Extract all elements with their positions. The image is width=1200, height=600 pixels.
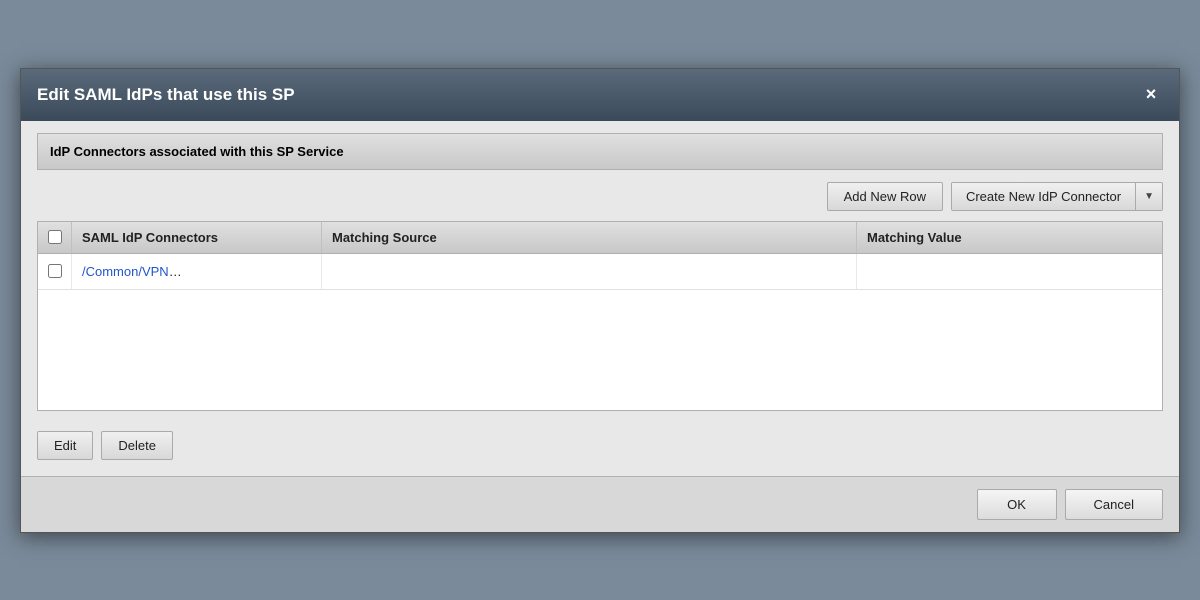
dialog-header: Edit SAML IdPs that use this SP × bbox=[21, 69, 1179, 121]
idp-connectors-table: SAML IdP Connectors Matching Source Matc… bbox=[37, 221, 1163, 411]
connector-suffix: … bbox=[169, 264, 182, 279]
create-connector-split-button: Create New IdP Connector ▼ bbox=[951, 182, 1163, 211]
create-connector-dropdown-arrow[interactable]: ▼ bbox=[1136, 183, 1162, 210]
delete-button[interactable]: Delete bbox=[101, 431, 173, 460]
matching-value-cell bbox=[857, 254, 1162, 289]
header-matching-source: Matching Source bbox=[322, 222, 857, 253]
header-connectors: SAML IdP Connectors bbox=[72, 222, 322, 253]
add-new-row-button[interactable]: Add New Row bbox=[827, 182, 943, 211]
close-button[interactable]: × bbox=[1139, 83, 1163, 107]
toolbar: Add New Row Create New IdP Connector ▼ bbox=[37, 182, 1163, 211]
connector-cell: /Common/VPN … bbox=[72, 254, 322, 289]
dialog-footer: OK Cancel bbox=[21, 476, 1179, 532]
edit-button[interactable]: Edit bbox=[37, 431, 93, 460]
row-checkbox-cell bbox=[38, 254, 72, 289]
create-connector-button[interactable]: Create New IdP Connector bbox=[952, 183, 1136, 210]
matching-source-cell bbox=[322, 254, 857, 289]
cancel-button[interactable]: Cancel bbox=[1065, 489, 1163, 520]
row-checkbox[interactable] bbox=[48, 264, 62, 278]
header-checkbox-cell bbox=[38, 222, 72, 253]
empty-table-space bbox=[38, 290, 1162, 410]
select-all-checkbox[interactable] bbox=[48, 230, 62, 244]
ok-button[interactable]: OK bbox=[977, 489, 1057, 520]
connector-link[interactable]: /Common/VPN bbox=[82, 264, 169, 279]
bottom-toolbar: Edit Delete bbox=[37, 423, 1163, 464]
dialog-title: Edit SAML IdPs that use this SP bbox=[37, 85, 295, 105]
section-header: IdP Connectors associated with this SP S… bbox=[37, 133, 1163, 170]
header-matching-value: Matching Value bbox=[857, 222, 1162, 253]
dialog-body: IdP Connectors associated with this SP S… bbox=[21, 121, 1179, 476]
table-header: SAML IdP Connectors Matching Source Matc… bbox=[38, 222, 1162, 254]
edit-saml-idps-dialog: Edit SAML IdPs that use this SP × IdP Co… bbox=[20, 68, 1180, 533]
table-row: /Common/VPN … bbox=[38, 254, 1162, 290]
